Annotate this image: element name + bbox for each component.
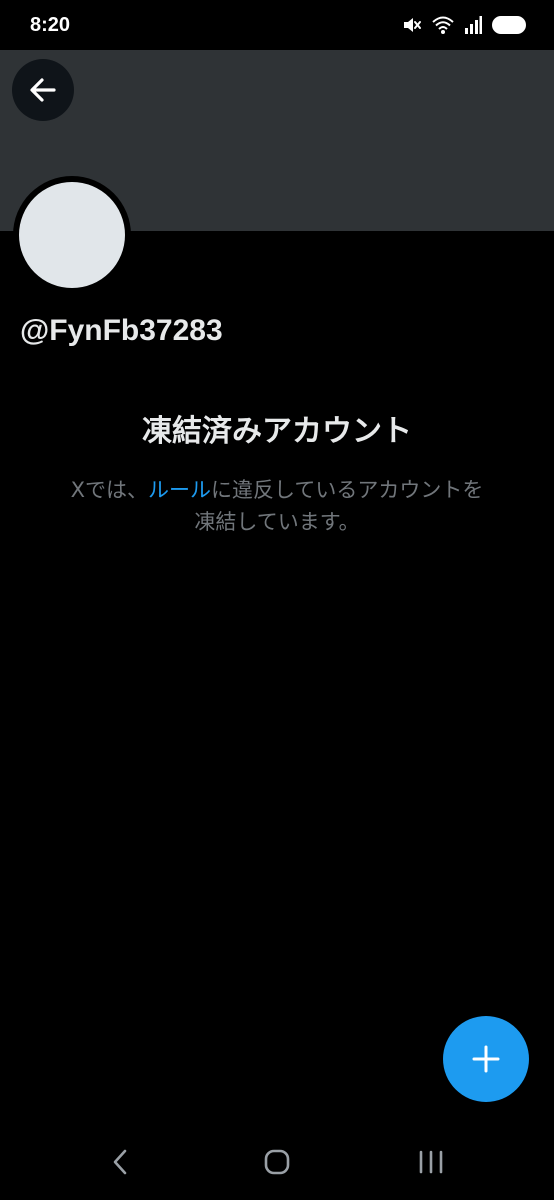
nav-recents-button[interactable] <box>406 1139 456 1185</box>
system-nav-bar <box>0 1125 554 1200</box>
suspended-desc-prefix: Xでは、 <box>70 478 148 502</box>
status-icons <box>402 15 526 35</box>
suspended-desc-suffix: に違反しているアカウントを <box>211 478 484 502</box>
nav-recents-icon <box>419 1150 443 1174</box>
back-button[interactable] <box>12 59 74 121</box>
arrow-left-icon <box>30 78 56 102</box>
suspended-title: 凍結済みアカウント <box>142 414 412 449</box>
rules-link[interactable]: ルール <box>148 478 211 502</box>
mute-icon <box>404 18 421 32</box>
compose-fab-button[interactable] <box>443 1016 529 1102</box>
nav-home-button[interactable] <box>252 1139 302 1185</box>
suspended-description: Xでは、ルールに違反しているアカウントを 凍結しています。 <box>40 474 514 538</box>
avatar[interactable] <box>19 182 125 288</box>
battery-icon <box>492 16 526 34</box>
avatar-container <box>13 176 131 294</box>
status-bar: 8:20 <box>0 0 554 50</box>
wifi-icon <box>432 16 454 34</box>
nav-back-button[interactable] <box>95 1139 145 1185</box>
nav-home-icon <box>264 1149 290 1175</box>
status-time: 8:20 <box>30 14 71 36</box>
profile-username: @FynFb37283 <box>20 314 223 347</box>
signal-icon <box>465 16 482 34</box>
suspended-desc-line2: 凍結しています。 <box>194 510 360 534</box>
nav-back-icon <box>113 1149 127 1175</box>
plus-icon <box>472 1045 500 1073</box>
